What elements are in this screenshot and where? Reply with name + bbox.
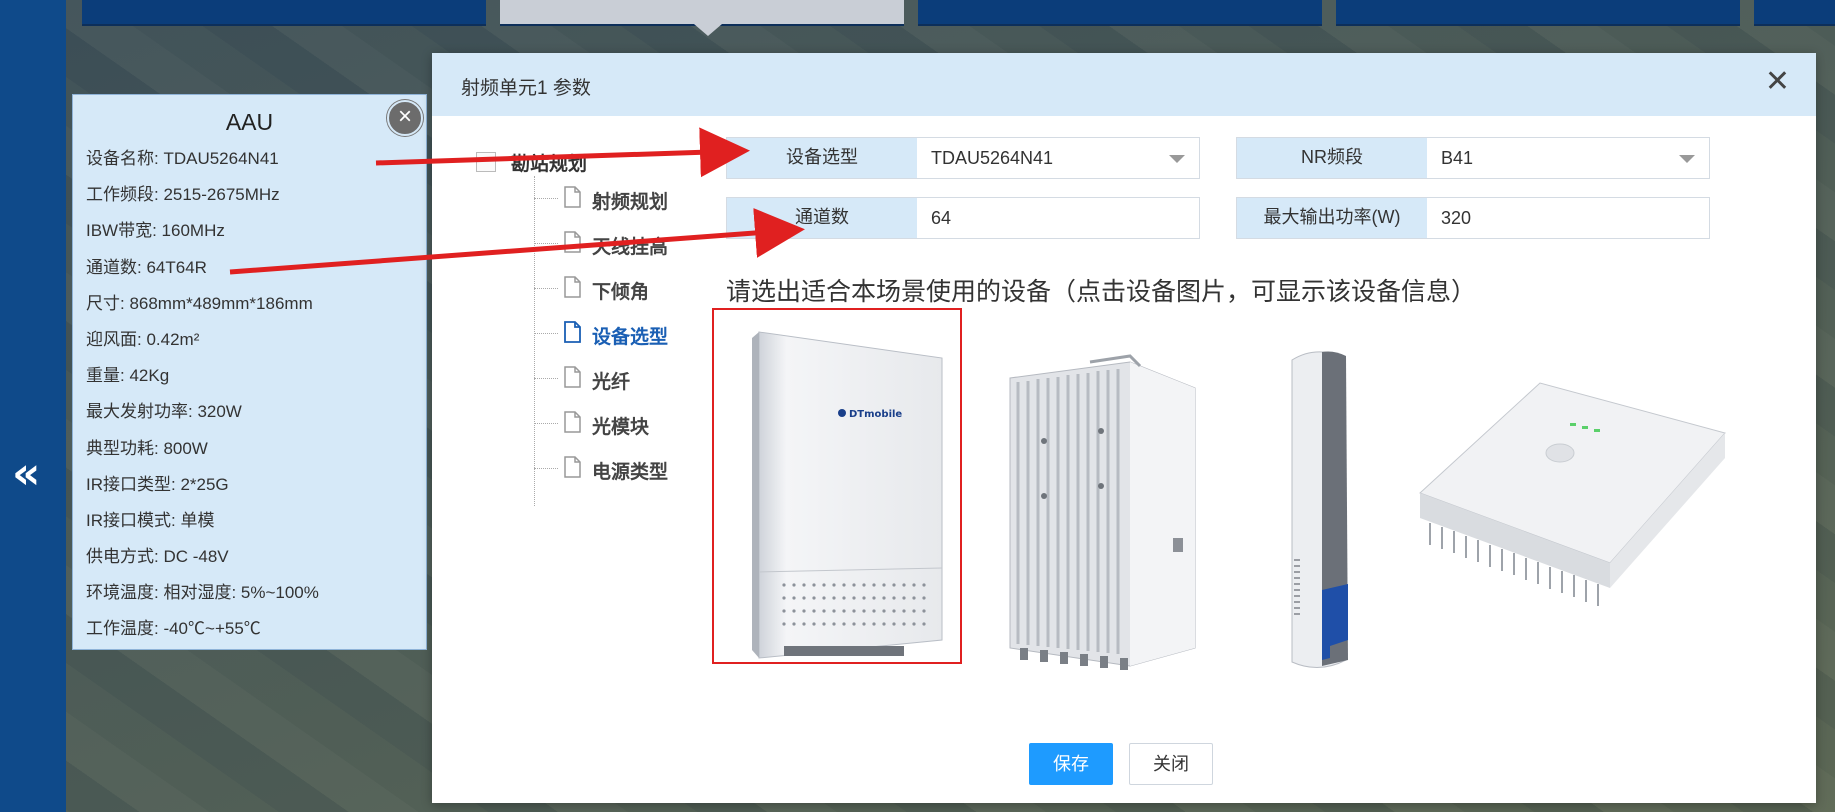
max-power-value: 320 [1441, 208, 1472, 228]
device-select-prompt: 请选出适合本场景使用的设备（点击设备图片，可显示该设备信息） [726, 278, 1477, 306]
device-model-select[interactable]: 设备选型 TDAU5264N41 [726, 137, 1200, 179]
info-line: 最大发射功率: 320W [86, 402, 242, 422]
document-icon [564, 366, 581, 388]
tree-checkbox[interactable] [476, 152, 496, 172]
info-line: 典型功耗: 800W [86, 438, 208, 458]
tree-item-antenna-height[interactable]: 天线挂高 [534, 224, 734, 264]
device-card-aau-selected[interactable]: DTmobile [712, 308, 962, 664]
back-nav-button[interactable]: « [12, 452, 40, 496]
nr-band-label: NR频段 [1237, 138, 1427, 178]
device-card-small-cell[interactable] [1410, 363, 1730, 623]
info-line: 供电方式: DC -48V [86, 547, 229, 567]
top-tab-5[interactable] [1754, 0, 1835, 26]
tree-item-rf-plan[interactable]: 射频规划 [534, 179, 734, 219]
tree-item-downtilt[interactable]: 下倾角 [534, 269, 734, 309]
channels-field[interactable]: 通道数 64 [726, 197, 1200, 239]
document-icon [564, 276, 581, 298]
info-line: 尺寸: 868mm*489mm*186mm [86, 293, 313, 313]
document-icon [564, 411, 581, 433]
info-panel-title: AAU [225, 109, 274, 135]
left-rail [0, 0, 66, 812]
device-model-label: 设备选型 [727, 138, 917, 178]
top-tab-3[interactable] [918, 0, 1322, 26]
info-line: 环境温度: 相对湿度: 5%~100% [86, 583, 319, 603]
params-dialog: 射频单元1 参数 ✕ 勘站规划 射频规划 天线挂高 下倾角 设备选型 光纤 光模… [432, 53, 1816, 803]
device-logo-text: DTmobile [849, 409, 902, 420]
nr-band-select[interactable]: NR频段 B41 [1236, 137, 1710, 179]
info-line: IBW带宽: 160MHz [86, 221, 225, 241]
tree-item-optical-module[interactable]: 光模块 [534, 404, 734, 444]
tree-root[interactable]: 勘站规划 [476, 146, 716, 178]
info-list: 设备名称: TDAU5264N41 工作频段: 2515-2675MHz IBW… [86, 149, 319, 656]
small-cell-device-image [1419, 382, 1726, 606]
tree-root-label: 勘站规划 [511, 154, 588, 175]
aau-device-image: DTmobile [752, 331, 943, 659]
top-tab-2[interactable] [500, 0, 904, 26]
tree-item-label: 射频规划 [592, 192, 669, 213]
device-card-rru[interactable] [980, 348, 1210, 678]
close-icon[interactable]: × [387, 100, 423, 136]
dialog-header: 射频单元1 参数 ✕ [432, 53, 1816, 116]
nr-band-value: B41 [1441, 148, 1474, 168]
tree-item-label: 下倾角 [592, 282, 650, 303]
save-button[interactable]: 保存 [1029, 743, 1113, 785]
document-icon [564, 231, 581, 253]
channels-value: 64 [931, 208, 952, 228]
tree-item-label: 光模块 [592, 417, 650, 438]
active-tab-pointer [694, 24, 722, 36]
tree-item-label: 设备选型 [592, 327, 669, 348]
info-line: 重量: 42Kg [86, 366, 170, 386]
device-card-antenna[interactable] [1274, 340, 1374, 680]
tree-item-label: 电源类型 [592, 462, 669, 483]
antenna-device-image [1291, 351, 1348, 668]
info-line: IR接口类型: 2*25G [86, 474, 229, 494]
rru-device-image [1009, 354, 1196, 670]
close-button[interactable]: 关闭 [1129, 743, 1213, 785]
info-line: 通道数: 64T64R [86, 257, 207, 277]
document-icon [564, 321, 581, 343]
info-line: 工作温度: -40℃~+55℃ [86, 619, 261, 639]
dialog-close-icon[interactable]: ✕ [1765, 67, 1790, 97]
device-info-panel: AAU × 设备名称: TDAU5264N41 工作频段: 2515-2675M… [72, 94, 427, 650]
chevron-down-icon[interactable] [1679, 155, 1695, 163]
info-line: 设备名称: TDAU5264N41 [86, 149, 279, 168]
tree-item-device-select[interactable]: 设备选型 [534, 314, 734, 354]
tree-item-power-type[interactable]: 电源类型 [534, 449, 734, 489]
dialog-title: 射频单元1 参数 [461, 78, 591, 99]
channels-label: 通道数 [727, 198, 917, 238]
tree-item-label: 天线挂高 [592, 237, 669, 258]
info-line: IR接口模式: 单模 [86, 510, 215, 530]
info-line: 迎风面: 0.42m² [86, 329, 200, 349]
max-power-field[interactable]: 最大输出功率(W) 320 [1236, 197, 1710, 239]
max-power-label: 最大输出功率(W) [1237, 198, 1427, 238]
tree-item-fiber[interactable]: 光纤 [534, 359, 734, 399]
document-icon [564, 456, 581, 478]
tree-item-label: 光纤 [592, 372, 631, 393]
device-model-value: TDAU5264N41 [931, 148, 1054, 168]
chevron-down-icon[interactable] [1169, 155, 1185, 163]
document-icon [564, 186, 581, 208]
info-line: 工作频段: 2515-2675MHz [86, 185, 280, 205]
top-tab-4[interactable] [1336, 0, 1740, 26]
top-tab-1[interactable] [82, 0, 486, 26]
